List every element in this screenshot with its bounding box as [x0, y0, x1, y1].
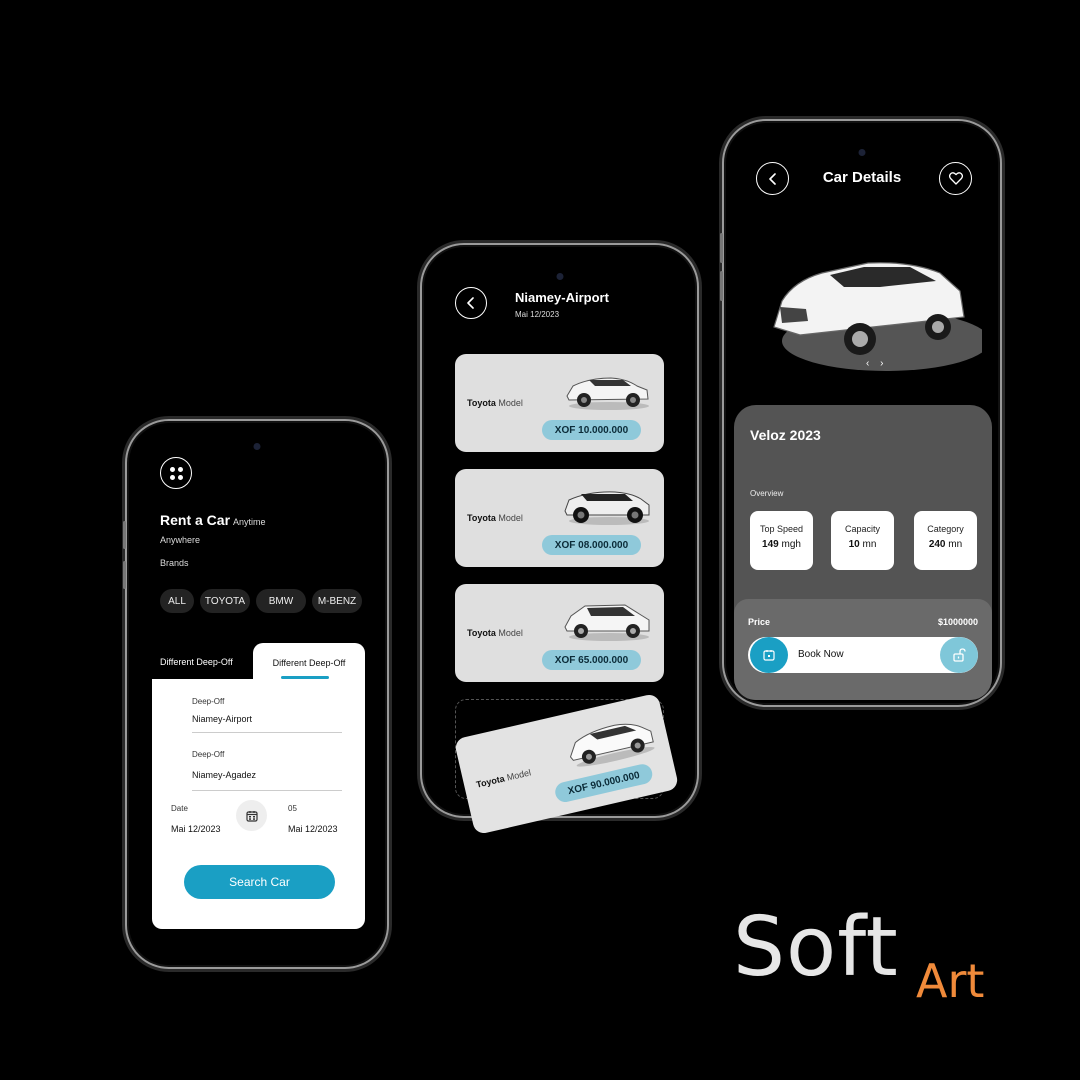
tab-deep-off-inactive[interactable]: Different Deep-Off — [160, 657, 233, 667]
date-value: Mai 12/2023 — [288, 824, 338, 834]
book-now-label: Book Now — [798, 649, 844, 660]
logo-word-soft: Soft — [733, 900, 899, 995]
spec-label: Capacity — [844, 524, 880, 534]
date-start[interactable]: Date Mai 12/2023 — [171, 804, 221, 834]
subtitle: Anywhere — [160, 535, 201, 545]
softart-logo: Soft Art — [733, 900, 1013, 1020]
search-form: Deep-Off Niamey-Airport Deep-Off Niamey-… — [152, 679, 365, 929]
car-card[interactable]: Toyota Model XOF 10.000.000 — [455, 354, 664, 452]
car-model: Toyota Model — [475, 767, 532, 790]
front-camera — [858, 149, 866, 156]
spec-category: Category 240 mn — [914, 511, 977, 570]
price-panel: Price $1000000 Book Now — [734, 599, 992, 700]
spec-value: 240 mn — [928, 539, 963, 550]
front-camera — [253, 443, 261, 450]
spec-value: 149 mgh — [762, 539, 801, 550]
details-panel: Veloz 2023 Overview Top Speed 149 mgh Ca… — [734, 405, 992, 700]
spec-label: Category — [927, 524, 964, 534]
car-image — [569, 723, 655, 767]
unlock-icon[interactable] — [940, 637, 978, 673]
deep-off-field-1[interactable]: Deep-Off Niamey-Airport — [192, 697, 342, 733]
book-now-slider[interactable]: Book Now — [748, 637, 978, 673]
phone-car-details: Car Details ‹ › Veloz 2023 Overview Top … — [720, 119, 1002, 707]
search-car-button[interactable]: Search Car — [184, 865, 335, 899]
car-image — [564, 491, 650, 525]
price-value: $1000000 — [937, 617, 978, 627]
car-model: Toyota Model — [467, 513, 523, 523]
spec-value: 10 mn — [848, 539, 877, 550]
menu-dots-icon[interactable] — [160, 457, 192, 489]
field-label: Deep-Off — [192, 750, 225, 759]
spec-capacity: Capacity 10 mn — [831, 511, 894, 570]
car-image — [564, 604, 650, 641]
car-model: Toyota Model — [467, 628, 523, 638]
date-value: Mai 12/2023 — [171, 824, 221, 834]
chip-m-benz[interactable]: M-BENZ — [312, 589, 362, 613]
spec-label: Top Speed — [759, 524, 804, 534]
phone-rent-a-car: Rent a Car Anytime Anywhere Brands ALL TO… — [123, 419, 389, 969]
chip-bmw[interactable]: BMW — [256, 589, 306, 613]
tab-deep-off-active[interactable]: Different Deep-Off — [253, 643, 365, 683]
date-end[interactable]: 05 Mai 12/2023 — [288, 804, 338, 834]
overview-label: Overview — [750, 489, 784, 498]
front-camera — [556, 273, 563, 280]
date-label: 05 — [288, 804, 297, 813]
field-label: Deep-Off — [192, 697, 225, 706]
deep-off-field-2[interactable]: Deep-Off Niamey-Agadez — [192, 750, 342, 791]
car-card[interactable]: Toyota Model XOF 65.000.000 — [455, 584, 664, 682]
price-label: Price — [748, 617, 771, 627]
car-image — [566, 377, 649, 410]
spec-top-speed: Top Speed 149 mgh — [750, 511, 813, 570]
chip-all[interactable]: ALL — [160, 589, 194, 613]
carousel-arrows[interactable]: ‹ › — [866, 358, 887, 369]
heart-icon[interactable] — [939, 162, 972, 195]
car-card[interactable]: Toyota Model XOF 08.000.000 — [455, 469, 664, 567]
trip-date: Mai 12/2023 — [515, 310, 560, 319]
price-pill: XOF 65.000.000 — [542, 650, 641, 670]
field-value: Niamey-Agadez — [192, 770, 257, 780]
phone-car-list: Niamey-Airport Mai 12/2023 Toyota Model … — [420, 243, 699, 836]
car-model: Toyota Model — [467, 398, 523, 408]
calendar-icon[interactable] — [750, 637, 788, 673]
logo-word-art: Art — [916, 954, 985, 1008]
location-title: Niamey-Airport — [515, 290, 609, 305]
chevron-left-icon[interactable] — [455, 287, 487, 319]
tab-label: Different Deep-Off — [272, 658, 346, 668]
title-suffix: Anytime — [233, 517, 266, 527]
brands-label: Brands — [160, 558, 189, 568]
brand-chips: ALL TOYOTA BMW M-BENZ — [160, 589, 362, 613]
showcase-canvas: Rent a Car Anytime Anywhere Brands ALL TO… — [0, 0, 1080, 1080]
chip-toyota[interactable]: TOYOTA — [200, 589, 250, 613]
calendar-icon[interactable] — [236, 800, 267, 831]
price-pill: XOF 10.000.000 — [542, 420, 641, 440]
car-name: Veloz 2023 — [750, 427, 821, 443]
date-label: Date — [171, 804, 188, 813]
page-title: Rent a Car Anytime — [160, 512, 266, 528]
field-value: Niamey-Airport — [192, 714, 253, 724]
price-pill: XOF 08.000.000 — [542, 535, 641, 555]
